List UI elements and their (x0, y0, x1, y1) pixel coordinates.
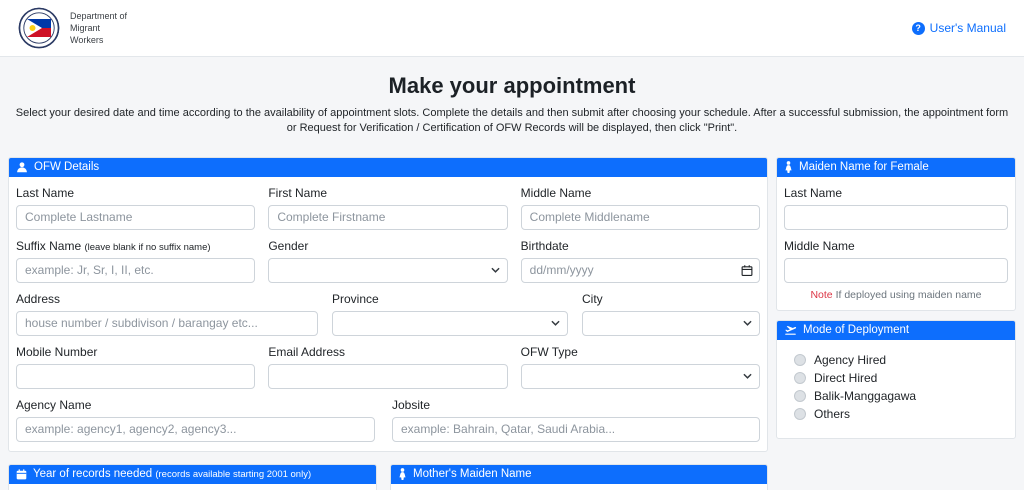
female-icon (785, 161, 792, 174)
ofw-type-label: OFW Type (520, 344, 578, 359)
ofw-details-body: Last Name First Name Middle Name (9, 177, 767, 451)
mode-of-deployment-options: Agency Hired Direct Hired Balik-Manggaga… (777, 340, 1015, 438)
gender-select[interactable] (268, 257, 508, 283)
suffix-name-input[interactable] (16, 257, 256, 283)
maiden-name-title: Maiden Name for Female (799, 161, 929, 174)
birthdate-input[interactable] (520, 257, 760, 283)
calendar-icon (16, 468, 27, 479)
org-name: Department of Migrant Workers (70, 10, 128, 46)
city-select[interactable] (582, 310, 760, 336)
radio-icon[interactable] (794, 371, 806, 384)
agency-name-label: Agency Name (16, 397, 92, 412)
mode-of-deployment-title: Mode of Deployment (803, 324, 910, 337)
radio-direct-hired[interactable]: Direct Hired (794, 371, 1015, 385)
year-of-records-body: (From) Year (To) Year (9, 484, 376, 490)
mobile-number-label: Mobile Number (16, 344, 98, 359)
bottom-row: Year of records needed (records availabl… (8, 463, 768, 490)
mothers-maiden-name-card: Mother's Maiden Name Mother's Maiden Nam… (390, 463, 768, 490)
maiden-name-card: Maiden Name for Female Last Name Middle … (776, 156, 1016, 311)
maiden-last-name-input[interactable] (784, 204, 1008, 230)
birthdate-label: Birthdate (520, 238, 569, 253)
address-label: Address (16, 291, 61, 306)
mothers-maiden-name-body: Mother's Maiden Name You will use this e… (391, 484, 767, 490)
agency-name-input[interactable] (16, 416, 375, 442)
maiden-name-note: Note If deployed using maiden name (810, 288, 982, 301)
person-icon (17, 162, 27, 173)
radio-icon[interactable] (794, 353, 806, 366)
calendar-icon[interactable] (741, 264, 753, 277)
mobile-number-input[interactable] (16, 363, 256, 389)
first-name-label: First Name (268, 185, 327, 200)
dmw-seal-logo (18, 7, 60, 49)
female-icon (399, 468, 406, 481)
year-of-records-title: Year of records needed (records availabl… (33, 468, 312, 481)
radio-balik-manggagawa[interactable]: Balik-Manggagawa (794, 389, 1015, 403)
page-subtitle: Select your desired date and time accord… (15, 107, 1009, 134)
province-select[interactable] (332, 310, 568, 336)
province-label: Province (332, 291, 379, 306)
first-name-input[interactable] (268, 204, 508, 230)
year-of-records-header: Year of records needed (records availabl… (9, 464, 376, 484)
users-manual-label: User's Manual (929, 21, 1006, 35)
content: OFW Details Last Name First Name (0, 156, 1024, 490)
ofw-type-select[interactable] (520, 363, 760, 389)
mode-of-deployment-header: Mode of Deployment (777, 320, 1015, 340)
mothers-maiden-name-header: Mother's Maiden Name (391, 464, 767, 484)
left-column: OFW Details Last Name First Name (8, 156, 768, 490)
ofw-details-title: OFW Details (34, 161, 100, 174)
suffix-name-hint: (leave blank if no suffix name) (84, 241, 211, 253)
middle-name-input[interactable] (520, 204, 760, 230)
ofw-details-card: OFW Details Last Name First Name (8, 156, 768, 452)
gender-label: Gender (268, 238, 309, 253)
middle-name-label: Middle Name (520, 185, 592, 200)
top-bar: Department of Migrant Workers ? User's M… (0, 0, 1024, 57)
airplane-icon (785, 326, 797, 335)
mode-of-deployment-card: Mode of Deployment Agency Hired Direct H… (776, 319, 1016, 439)
maiden-name-body: Last Name Middle Name Note If deployed u… (777, 177, 1015, 310)
city-label: City (582, 291, 603, 306)
radio-icon[interactable] (794, 389, 806, 402)
jobsite-label: Jobsite (392, 397, 431, 412)
brand: Department of Migrant Workers (18, 7, 127, 49)
last-name-label: Last Name (16, 185, 75, 200)
page-title: Make your appointment (388, 73, 636, 98)
year-of-records-card: Year of records needed (records availabl… (8, 463, 377, 490)
ofw-details-header: OFW Details (9, 157, 767, 177)
maiden-name-header: Maiden Name for Female (777, 157, 1015, 177)
email-address-label: Email Address (268, 344, 346, 359)
right-column: Maiden Name for Female Last Name Middle … (776, 156, 1016, 439)
email-address-input[interactable] (268, 363, 508, 389)
question-circle-icon: ? (911, 21, 925, 35)
appointment-page: Department of Migrant Workers ? User's M… (0, 0, 1024, 490)
maiden-last-name-label: Last Name (784, 185, 843, 200)
radio-others[interactable]: Others (794, 407, 1015, 421)
jobsite-input[interactable] (392, 416, 760, 442)
users-manual-link[interactable]: ? User's Manual (911, 21, 1006, 35)
radio-icon[interactable] (794, 407, 806, 420)
last-name-input[interactable] (16, 204, 256, 230)
maiden-middle-name-label: Middle Name (784, 238, 855, 253)
maiden-middle-name-input[interactable] (784, 257, 1008, 283)
radio-agency-hired[interactable]: Agency Hired (794, 353, 1015, 367)
suffix-name-label: Suffix Name (leave blank if no suffix na… (16, 238, 211, 253)
address-input[interactable] (16, 310, 318, 336)
mothers-maiden-name-title: Mother's Maiden Name (413, 468, 532, 481)
